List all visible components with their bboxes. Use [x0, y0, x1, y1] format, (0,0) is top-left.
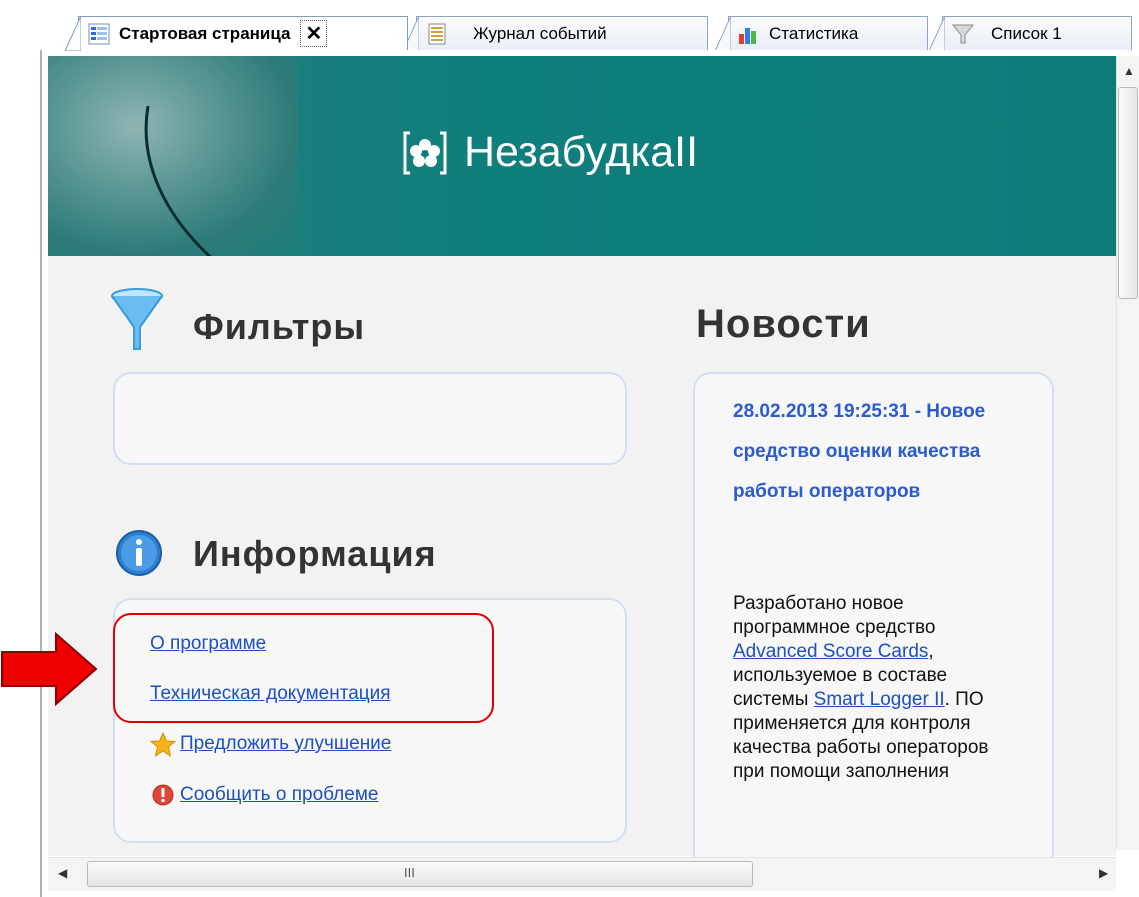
scroll-grip: III: [404, 865, 415, 880]
app-logo: НезабудкаII: [402, 128, 698, 177]
start-page-icon: [87, 22, 111, 46]
news-body-text: Разработано новое программное средство: [733, 593, 936, 638]
news-title: Новости: [696, 302, 871, 346]
tab-label: Список 1: [991, 23, 1062, 43]
alert-icon: [152, 784, 174, 806]
scroll-up-icon[interactable]: ▲: [1123, 64, 1135, 78]
advanced-score-cards-link[interactable]: Advanced Score Cards: [733, 641, 928, 662]
scroll-left-icon[interactable]: ◀: [58, 866, 67, 880]
smart-logger-link[interactable]: Smart Logger II: [814, 689, 945, 710]
tab-label: Журнал событий: [473, 23, 607, 43]
event-log-icon: [425, 22, 449, 46]
forget-me-not-logo-icon: [403, 131, 447, 174]
red-arrow-icon: [1, 632, 98, 706]
report-problem-link[interactable]: Сообщить о проблеме: [180, 784, 378, 806]
information-title: Информация: [193, 533, 437, 574]
tab-start-page[interactable]: Стартовая страница ✕: [65, 16, 408, 51]
highlight-frame: [113, 613, 494, 723]
app-logo-text: НезабудкаII: [464, 128, 699, 176]
filters-box: [113, 372, 627, 465]
star-icon: [150, 732, 176, 758]
suggest-improvement-link[interactable]: Предложить улучшение: [180, 733, 391, 755]
news-item-title[interactable]: 28.02.2013 19:25:31 - Новое средство оце…: [733, 392, 1033, 512]
news-item-body: Разработано новое программное средство A…: [733, 592, 1023, 784]
tab-label: Стартовая страница: [119, 23, 291, 43]
info-icon: [116, 530, 162, 576]
tab-bar: Стартовая страница ✕ Журнал событий Стат…: [60, 8, 1139, 51]
funnel-icon: [111, 288, 163, 350]
filters-title: Фильтры: [193, 306, 366, 347]
filter-list-icon: [951, 22, 975, 46]
tab-list-1[interactable]: Список 1: [929, 16, 1132, 51]
scroll-right-icon[interactable]: ▶: [1099, 866, 1108, 880]
vertical-scroll-thumb[interactable]: [1118, 87, 1138, 299]
statistics-icon: [737, 22, 761, 46]
horizontal-scroll-thumb[interactable]: III: [87, 861, 753, 887]
app-window: Стартовая страница ✕ Журнал событий Стат…: [0, 0, 1139, 897]
banner: НезабудкаII: [48, 56, 1116, 256]
tab-event-log[interactable]: Журнал событий: [403, 16, 708, 51]
tab-statistics[interactable]: Статистика: [715, 16, 928, 51]
tab-label: Статистика: [769, 23, 859, 43]
headset-graphic: [144, 106, 212, 256]
close-tab-icon[interactable]: ✕: [300, 20, 328, 47]
